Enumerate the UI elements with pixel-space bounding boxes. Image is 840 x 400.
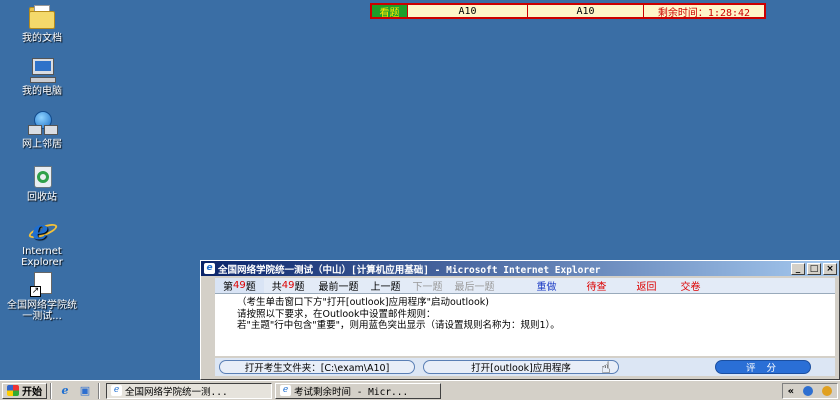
open-outlook-button[interactable]: 打开[outlook]应用程序 [423, 360, 619, 374]
action-bar: 打开考生文件夹：[C:\exam\A10] 打开[outlook]应用程序 ☝ … [215, 358, 835, 377]
volume-tray-icon[interactable] [822, 386, 833, 396]
internet-explorer-icon: e [26, 216, 59, 244]
total-prefix: 共 [271, 282, 282, 293]
desktop-icon-label: 回收站 [27, 192, 57, 203]
recycle-bin-icon [26, 162, 58, 190]
exam-browser-window: e 全国网络学院统一测试（中山）[计算机应用基础] - Microsoft In… [200, 260, 840, 380]
hand-cursor-icon: ☝ [601, 358, 611, 377]
next-question-button[interactable]: 下一题 [406, 278, 448, 293]
taskbar-item-label: 考试剩余时间 - Micr... [294, 386, 409, 398]
taskbar-separator [50, 382, 52, 399]
desktop-icon-my-computer[interactable]: 我的电脑 [2, 56, 82, 97]
total-question-indicator: 共 49 题 [263, 278, 313, 293]
ie-task-icon: e [111, 385, 122, 396]
exam-id-field: A10 [528, 5, 644, 17]
submit-exam-button[interactable]: 交卷 [668, 278, 712, 293]
current-suffix: 题 [245, 282, 256, 293]
desktop-icon-label: 我的电脑 [22, 86, 62, 97]
system-tray: « [782, 383, 838, 399]
desktop-icon-label: 我的文档 [22, 33, 62, 44]
quicklaunch-ie-icon[interactable]: e [57, 384, 73, 398]
review-later-button[interactable]: 待查 [574, 278, 618, 293]
first-question-button[interactable]: 最前一题 [312, 278, 364, 293]
remaining-time: 剩余时间：1:28:42 [657, 7, 751, 19]
exam-code-field: A10 [408, 5, 528, 17]
minimize-button[interactable]: _ [791, 262, 805, 275]
open-exam-folder-button[interactable]: 打开考生文件夹：[C:\exam\A10] [219, 360, 415, 374]
close-button[interactable]: × [823, 262, 837, 275]
computer-icon [26, 56, 58, 84]
view-status-badge[interactable]: 看题 [372, 5, 408, 19]
grade-button[interactable]: 评 分 [715, 360, 811, 374]
current-prefix: 第 [223, 282, 233, 293]
last-question-button[interactable]: 最后一题 [448, 278, 500, 293]
taskbar: 开始 e ▣ e 全国网络学院统一测... e 考试剩余时间 - Micr...… [0, 380, 840, 400]
desktop-icon-recycle-bin[interactable]: 回收站 [2, 162, 82, 203]
taskbar-item-label: 全国网络学院统一测... [125, 386, 228, 398]
network-icon [26, 109, 58, 137]
desktop-icon-my-documents[interactable]: 我的文档 [2, 3, 82, 44]
question-content: （考生单击窗口下方"打开[outlook]应用程序"启动outlook) 请按照… [215, 293, 835, 356]
question-line-2: 请按照以下要求，在Outlook中设置邮件规则： [237, 308, 436, 320]
current-number: 49 [233, 280, 246, 291]
taskbar-item-exam-window[interactable]: e 全国网络学院统一测... [106, 382, 272, 399]
desktop-icon-internet-explorer[interactable]: e Internet Explorer [2, 216, 82, 268]
shortcut-icon: ↗ [26, 270, 58, 298]
desktop-icon-label: Internet Explorer [21, 246, 63, 268]
taskbar-item-timer-window[interactable]: e 考试剩余时间 - Micr... [275, 382, 441, 399]
prev-question-button[interactable]: 上一题 [364, 278, 406, 293]
tray-expand-arrow[interactable]: « [788, 386, 794, 397]
window-titlebar[interactable]: e 全国网络学院统一测试（中山）[计算机应用基础] - Microsoft In… [201, 261, 839, 276]
desktop-icon-label: 网上邻居 [22, 139, 62, 150]
folder-icon [26, 3, 58, 31]
question-line-1: （考生单击窗口下方"打开[outlook]应用程序"启动outlook) [237, 297, 490, 308]
desktop-icon-network[interactable]: 网上邻居 [2, 109, 82, 150]
start-label: 开始 [22, 387, 42, 398]
back-button[interactable]: 返回 [624, 278, 668, 293]
ie-task-icon: e [280, 385, 291, 396]
exam-timer-bar: 看题 A10 A10 剩余时间：1:28:42 [370, 3, 766, 19]
current-question-indicator: 第 49 题 [215, 278, 264, 293]
network-tray-icon[interactable] [803, 386, 814, 396]
ie-window-icon: e [204, 263, 215, 274]
taskbar-separator [98, 382, 100, 399]
question-line-3: 若"主题"行中包含"重要"，则用蓝色突出显示（请设置规则名称为：规则1）。 [237, 320, 560, 331]
restore-button[interactable]: □ [807, 262, 821, 275]
window-title: 全国网络学院统一测试（中山）[计算机应用基础] - Microsoft Inte… [218, 264, 601, 276]
desktop-icon-label: 全国网络学院统 一测试... [7, 300, 77, 322]
windows-logo-icon [7, 385, 19, 396]
total-number: 49 [281, 280, 295, 291]
start-button[interactable]: 开始 [2, 382, 47, 399]
total-suffix: 题 [294, 282, 305, 293]
question-nav-bar: 第 49 题 共 49 题 最前一题 上一题 下一题 最后一题 重做 待查 返回 交卷 [215, 278, 835, 293]
desktop-icon-exam-shortcut[interactable]: ↗ 全国网络学院统 一测试... [2, 270, 82, 322]
redo-button[interactable]: 重做 [524, 278, 568, 293]
quicklaunch-desktop-icon[interactable]: ▣ [77, 384, 93, 398]
